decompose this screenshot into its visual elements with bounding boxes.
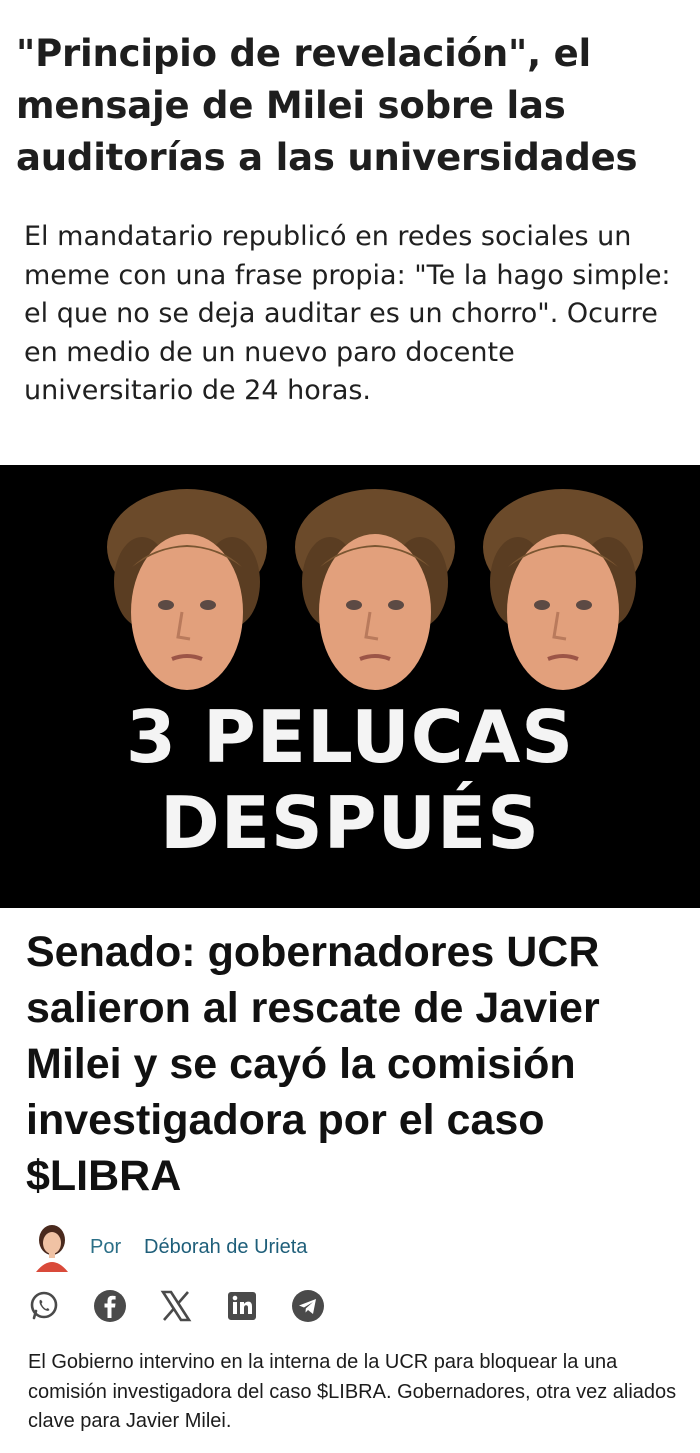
article-top: "Principio de revelación", el mensaje de… <box>0 0 700 465</box>
meme-caption-line-1: 3 PELUCAS <box>125 695 575 779</box>
article-headline[interactable]: "Principio de revelación", el mensaje de… <box>16 28 686 184</box>
telegram-icon[interactable] <box>290 1288 326 1324</box>
face-illustration-center <box>295 489 455 690</box>
article-lead: El mandatario republicó en redes sociale… <box>24 221 671 406</box>
x-icon[interactable] <box>158 1288 194 1324</box>
byline: Por Déborah de Urieta <box>30 1220 670 1272</box>
author-avatar[interactable] <box>30 1222 74 1272</box>
whatsapp-icon[interactable] <box>26 1288 62 1324</box>
meme-image[interactable]: 3 PELUCAS DESPUÉS <box>0 465 700 908</box>
byline-prefix: Por <box>90 1236 122 1258</box>
article-headline[interactable]: Senado: gobernadores UCR salieron al res… <box>26 924 676 1204</box>
facebook-icon[interactable] <box>92 1288 128 1324</box>
face-illustration-right <box>483 489 643 690</box>
meme-caption-line-2: DESPUÉS <box>159 781 541 865</box>
face-illustration-left <box>107 489 267 690</box>
linkedin-icon[interactable] <box>224 1288 260 1324</box>
article-lead: El Gobierno intervino en la interna de l… <box>28 1351 677 1432</box>
share-bar <box>26 1288 346 1328</box>
article-second: Senado: gobernadores UCR salieron al res… <box>0 908 700 1453</box>
author-link[interactable]: Déborah de Urieta <box>144 1236 307 1259</box>
